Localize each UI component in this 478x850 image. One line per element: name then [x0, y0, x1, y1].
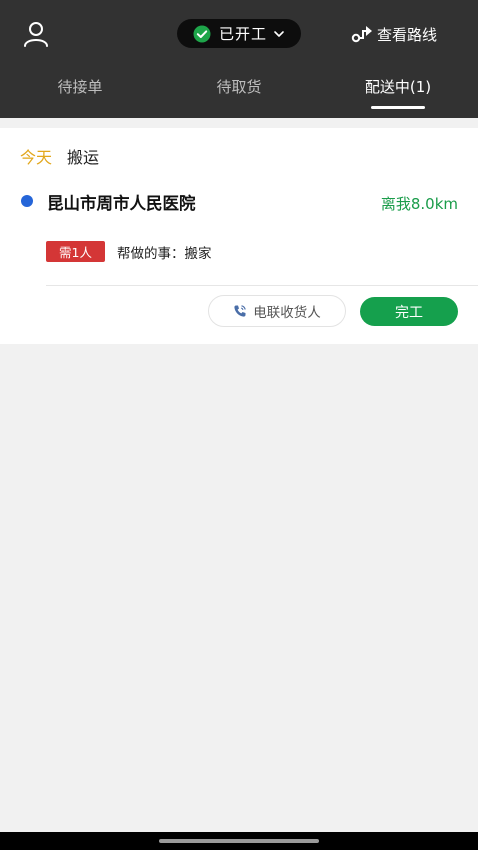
work-status-label: 已开工 — [219, 25, 268, 43]
route-icon — [351, 23, 375, 45]
work-status-toggle[interactable]: 已开工 — [177, 19, 301, 48]
phone-icon — [233, 304, 247, 318]
view-route-label: 查看路线 — [377, 25, 438, 44]
call-receiver-button[interactable]: 电联收货人 — [208, 295, 346, 327]
order-distance: 离我8.0km — [380, 195, 458, 213]
location-dot-icon — [21, 195, 33, 207]
chevron-down-icon — [273, 28, 285, 40]
tab-delivering[interactable]: 配送中(1) — [338, 76, 458, 97]
order-address: 昆山市周市人民医院 — [47, 194, 196, 213]
home-indicator[interactable] — [159, 839, 319, 843]
user-button[interactable] — [20, 18, 52, 50]
user-icon — [24, 22, 48, 47]
app-screen: 已开工 查看路线 待接单 待取货 配送中(1) 今天 搬运 昆山市周市人民医院 … — [0, 0, 478, 850]
active-tab-indicator — [371, 106, 425, 109]
check-circle-icon — [193, 25, 211, 43]
top-bar: 已开工 查看路线 待接单 待取货 配送中(1) — [0, 0, 478, 118]
tab-pending-accept[interactable]: 待接单 — [20, 76, 140, 97]
order-card[interactable]: 今天 搬运 昆山市周市人民医院 离我8.0km 需1人 帮做的事：搬家 电联收货… — [0, 128, 478, 344]
view-route-button[interactable]: 查看路线 — [351, 22, 437, 46]
order-day: 今天 — [20, 148, 53, 167]
complete-work-button[interactable]: 完工 — [360, 297, 458, 326]
call-receiver-label: 电联收货人 — [253, 305, 321, 321]
system-nav-bar — [0, 832, 478, 850]
order-tabs: 待接单 待取货 配送中(1) — [0, 66, 478, 118]
order-category: 搬运 — [67, 148, 100, 167]
card-divider — [46, 285, 478, 286]
people-needed-badge: 需1人 — [46, 241, 105, 262]
task-description: 帮做的事：搬家 — [117, 246, 212, 262]
tab-pending-pickup[interactable]: 待取货 — [179, 76, 299, 97]
